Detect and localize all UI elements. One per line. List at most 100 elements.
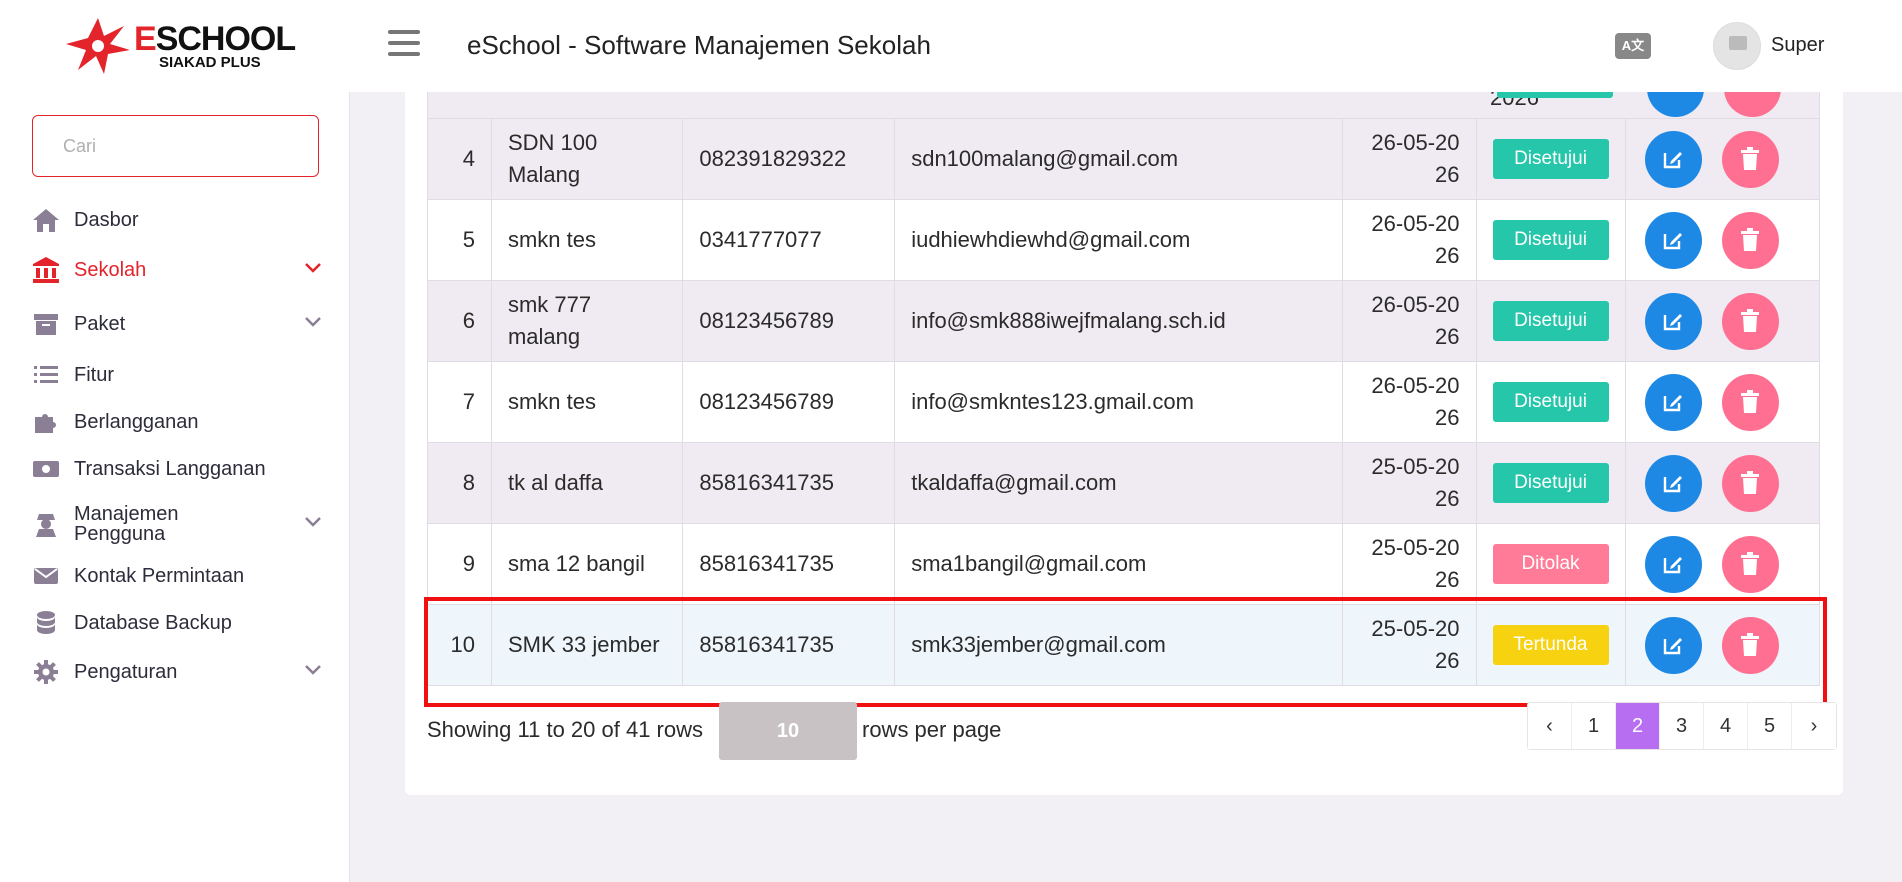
delete-button[interactable]: [1721, 373, 1779, 431]
row-school-name: SMK 33 jember: [490, 604, 684, 686]
row-date: 26-05-2026: [1341, 118, 1477, 200]
sidebar-item-label: Fitur: [74, 364, 114, 386]
menu-toggle-icon[interactable]: [388, 30, 420, 58]
search-input[interactable]: [32, 115, 319, 177]
status-badge: Disetujui: [1492, 220, 1609, 260]
page-4-button[interactable]: 4: [1704, 703, 1748, 749]
schools-table: 4 SDN 100 Malang 082391829322 sdn100malang@…: [427, 118, 1820, 686]
sidebar-item-berlangganan[interactable]: Berlangganan: [32, 408, 322, 436]
chevron-down-icon: [304, 515, 322, 533]
row-email: sdn100malang@gmail.com: [894, 118, 1343, 200]
database-icon: [32, 609, 60, 637]
row-actions: [1624, 118, 1820, 200]
user-secret-icon: [32, 510, 60, 538]
edit-button-partial[interactable]: [1647, 92, 1704, 117]
edit-button[interactable]: [1644, 130, 1702, 188]
row-phone: 85816341735: [682, 604, 896, 686]
sidebar-item-label: Transaksi Langganan: [74, 458, 266, 480]
eschool-logo[interactable]: ESCHOOL SIAKAD PLUS: [64, 16, 296, 76]
delete-button[interactable]: [1721, 130, 1779, 188]
row-email: info@smkntes123.gmail.com: [894, 361, 1343, 443]
sidebar-item-database-backup[interactable]: Database Backup: [32, 609, 322, 637]
sidebar-item-transaksi-langganan[interactable]: Transaksi Langganan: [32, 455, 322, 483]
row-date-text: 26-05-2026: [1371, 211, 1460, 268]
status-badge: Disetujui: [1492, 139, 1609, 179]
money-icon: [32, 455, 60, 483]
row-phone: 08123456789: [682, 361, 896, 443]
brand-subtitle: SIAKAD PLUS: [159, 54, 261, 71]
row-status-cell: Disetujui: [1475, 442, 1626, 524]
row-email: tkaldaffa@gmail.com: [894, 442, 1343, 524]
sidebar-item-label: Manajemen Pengguna: [74, 503, 179, 545]
row-date: 25-05-2026: [1341, 604, 1477, 686]
delete-button[interactable]: [1721, 616, 1779, 674]
row-status-cell: Tertunda: [1475, 604, 1626, 686]
chevron-down-icon: [304, 315, 322, 333]
status-badge-partial: [1497, 92, 1613, 98]
status-badge: Ditolak: [1492, 544, 1609, 584]
page-5-button[interactable]: 5: [1748, 703, 1792, 749]
page-3-button[interactable]: 3: [1660, 703, 1704, 749]
table-row: 5 smkn tes 0341777077 iudhiewhdiewhd@gmail.…: [427, 199, 1820, 281]
home-icon: [32, 206, 60, 234]
language-icon[interactable]: A文: [1615, 33, 1651, 59]
delete-button-partial[interactable]: [1724, 92, 1781, 117]
edit-button[interactable]: [1644, 373, 1702, 431]
row-date-text: 25-05-2026: [1371, 535, 1460, 592]
edit-button[interactable]: [1644, 535, 1702, 593]
sidebar-item-manajemen-pengguna[interactable]: Manajemen Pengguna: [32, 502, 322, 546]
row-number: 6: [427, 280, 492, 362]
archive-icon: [32, 310, 60, 338]
row-number: 4: [427, 118, 492, 200]
delete-button[interactable]: [1721, 292, 1779, 350]
row-actions: [1624, 523, 1820, 605]
table-row-partial: 2026: [427, 92, 1820, 118]
row-number: 5: [427, 199, 492, 281]
chevron-down-icon: [304, 663, 322, 681]
row-school-name: smkn tes: [490, 199, 684, 281]
page-1-button[interactable]: 1: [1572, 703, 1616, 749]
pagination-info: Showing 11 to 20 of 41 rows: [427, 717, 703, 742]
edit-button[interactable]: [1644, 616, 1702, 674]
row-number: 10: [427, 604, 492, 686]
row-date: 26-05-2026: [1341, 199, 1477, 281]
row-phone: 082391829322: [682, 118, 896, 200]
puzzle-icon: [32, 408, 60, 436]
sidebar-item-sekolah[interactable]: Sekolah: [32, 256, 322, 284]
row-school-name: sma 12 bangil: [490, 523, 684, 605]
top-header: ESCHOOL SIAKAD PLUS eSchool - Software M…: [0, 0, 1902, 92]
sidebar-item-kontak-permintaan[interactable]: Kontak Permintaan: [32, 562, 322, 590]
status-badge: Disetujui: [1492, 301, 1609, 341]
user-name[interactable]: Super: [1771, 34, 1824, 57]
sidebar-item-label: Berlangganan: [74, 411, 199, 433]
edit-button[interactable]: [1644, 211, 1702, 269]
sidebar-item-fitur[interactable]: Fitur: [32, 361, 322, 389]
status-badge: Disetujui: [1492, 463, 1609, 503]
delete-button[interactable]: [1721, 535, 1779, 593]
prev-page-button[interactable]: ‹: [1528, 703, 1572, 749]
delete-button[interactable]: [1721, 454, 1779, 512]
sidebar-item-paket[interactable]: Paket: [32, 310, 322, 338]
row-actions: [1624, 199, 1820, 281]
edit-button[interactable]: [1644, 454, 1702, 512]
row-email: info@smk888iwejfmalang.sch.id: [894, 280, 1343, 362]
sidebar-item-label: Database Backup: [74, 612, 232, 634]
page-2-button[interactable]: 2: [1616, 703, 1660, 749]
sidebar-item-pengaturan[interactable]: Pengaturan: [32, 658, 322, 686]
avatar[interactable]: [1713, 22, 1761, 70]
table-row: 8 tk al daffa 85816341735 tkaldaffa@gmail.c…: [427, 442, 1820, 524]
gear-icon: [32, 658, 60, 686]
table-row: 10 SMK 33 jember 85816341735 smk33jember@gm…: [427, 604, 1820, 686]
sidebar-item-dasbor[interactable]: Dasbor: [32, 206, 322, 234]
next-page-button[interactable]: ›: [1792, 703, 1836, 749]
row-number: 9: [427, 523, 492, 605]
row-school-name: smkn tes: [490, 361, 684, 443]
edit-button[interactable]: [1644, 292, 1702, 350]
row-status-cell: Disetujui: [1475, 280, 1626, 362]
rows-per-page-select[interactable]: 10: [719, 702, 857, 760]
list-icon: [32, 361, 60, 389]
table-row: 9 sma 12 bangil 85816341735 sma1bangil@gmai…: [427, 523, 1820, 605]
delete-button[interactable]: [1721, 211, 1779, 269]
row-number: 8: [427, 442, 492, 524]
row-phone: 85816341735: [682, 442, 896, 524]
